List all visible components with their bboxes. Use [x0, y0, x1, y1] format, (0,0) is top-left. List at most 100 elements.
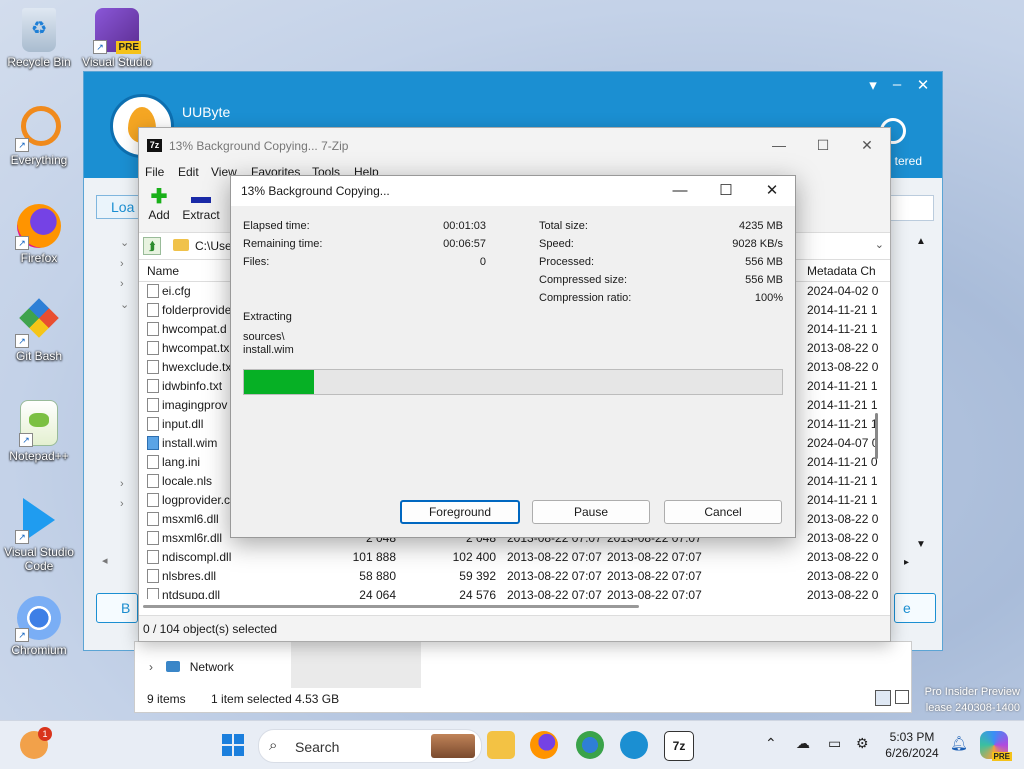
- minus-icon: ▬: [191, 186, 211, 208]
- scroll-up-icon[interactable]: ▲: [916, 236, 926, 247]
- copilot-icon[interactable]: PRE: [980, 731, 1012, 761]
- vertical-scrollbar-thumb[interactable]: [875, 413, 878, 459]
- uubyte-menu-icon[interactable]: ▾: [862, 76, 884, 94]
- bell-icon[interactable]: 🔔︎: [950, 735, 968, 752]
- maximize-icon[interactable]: ☐: [808, 134, 838, 156]
- visual-studio-icon: PRE ↗: [93, 8, 141, 54]
- minimize-icon[interactable]: —: [663, 180, 697, 202]
- table-row[interactable]: nlsbres.dll 58 880 59 392 2013-08-22 07:07 2…: [139, 566, 890, 585]
- column-metadata[interactable]: Metadata Ch: [807, 264, 876, 278]
- desktop-icon-vscode[interactable]: ↗ Visual Studio Code: [1, 498, 77, 573]
- menu-edit[interactable]: Edit: [178, 165, 199, 179]
- add-label: Add: [148, 208, 170, 222]
- chevron-right-icon[interactable]: ›: [120, 258, 124, 270]
- created-date: 2013-08-22 07:07: [607, 550, 702, 564]
- desktop-icon-everything[interactable]: ↗ Everything: [1, 106, 77, 167]
- column-name[interactable]: Name: [147, 264, 179, 278]
- clock[interactable]: 5:03 PM 6/26/2024: [880, 729, 944, 761]
- settings-icon[interactable]: ⚙: [856, 735, 869, 752]
- file-icon: [147, 512, 159, 526]
- tiles-view-icon[interactable]: [895, 690, 909, 704]
- file-icon: [147, 284, 159, 298]
- close-icon[interactable]: ✕: [755, 180, 789, 202]
- modified-date: 2013-08-22 07:07: [507, 588, 602, 599]
- uubyte-taskbar-icon[interactable]: [620, 731, 648, 759]
- chevron-down-icon[interactable]: ⌄: [120, 298, 129, 311]
- cloud-offline-icon[interactable]: ☁: [796, 735, 810, 752]
- file-size: 58 880: [359, 569, 396, 583]
- file-icon: [147, 588, 159, 599]
- file-explorer-icon[interactable]: [487, 731, 515, 759]
- compression-ratio-label: Compression ratio:: [539, 292, 632, 304]
- display-icon[interactable]: ▭: [828, 735, 841, 752]
- taskbar-search-box[interactable]: ⌕ Search: [258, 729, 482, 763]
- uubyte-browse-button[interactable]: B: [96, 593, 138, 623]
- uubyte-burn-button[interactable]: e: [894, 593, 936, 623]
- add-button[interactable]: ✚ Add: [145, 186, 173, 222]
- metadata-changed: 2014-11-21 1: [807, 322, 878, 336]
- firefox-taskbar-icon[interactable]: [530, 731, 558, 759]
- chevron-right-icon[interactable]: ›: [120, 478, 124, 490]
- copilot-pre-badge: PRE: [991, 752, 1012, 761]
- scrollbar-thumb[interactable]: [143, 605, 639, 608]
- 7zip-taskbar-icon[interactable]: 7z: [664, 731, 694, 761]
- plus-icon: ✚: [150, 186, 168, 208]
- speed-label: Speed:: [539, 238, 574, 250]
- maximize-icon[interactable]: ☐: [709, 180, 743, 202]
- file-icon: [147, 436, 159, 450]
- foreground-button[interactable]: Foreground: [400, 500, 520, 524]
- start-windows-icon[interactable]: [219, 731, 247, 759]
- desktop-icon-chromium[interactable]: ↗ Chromium: [1, 596, 77, 657]
- menu-file[interactable]: File: [145, 165, 164, 179]
- cancel-button[interactable]: Cancel: [664, 500, 782, 524]
- chevron-up-icon[interactable]: ⌃: [765, 735, 777, 752]
- desktop-icon-visual-studio[interactable]: PRE ↗ Visual Studio: [79, 8, 155, 69]
- weather-widget-icon[interactable]: 1: [20, 727, 52, 759]
- extract-button[interactable]: ▬ Extract: [181, 186, 221, 222]
- scroll-left-icon[interactable]: ◂: [102, 554, 108, 567]
- table-row[interactable]: ntdsupg.dll 24 064 24 576 2013-08-22 07:07 2…: [139, 585, 890, 599]
- file-name: ei.cfg: [162, 284, 191, 298]
- dialog-titlebar[interactable]: 13% Background Copying... — ☐ ✕: [231, 176, 795, 206]
- 7zip-titlebar[interactable]: 7z 13% Background Copying... 7-Zip — ☐ ✕: [139, 128, 890, 162]
- uubyte-minimize-icon[interactable]: –: [886, 76, 908, 93]
- metadata-changed: 2013-08-22 0: [807, 512, 879, 526]
- file-name: msxml6r.dll: [162, 531, 223, 545]
- speed-value: 9028 KB/s: [732, 238, 783, 250]
- items-count: 9 items: [147, 692, 186, 706]
- metadata-changed: 2024-04-07 0: [807, 436, 879, 450]
- metadata-changed: 2013-08-22 0: [807, 569, 879, 583]
- uubyte-path-field[interactable]: [886, 195, 934, 221]
- chevron-right-icon[interactable]: ›: [149, 660, 153, 674]
- desktop-icon-recycle-bin[interactable]: ♻ Recycle Bin: [1, 8, 77, 69]
- chevron-right-icon[interactable]: ›: [120, 498, 124, 510]
- selection-info: 1 item selected 4.53 GB: [211, 692, 340, 706]
- chevron-down-icon[interactable]: ⌄: [120, 236, 129, 249]
- metadata-changed: 2024-04-02 0: [807, 284, 879, 298]
- file-icon: [147, 341, 159, 355]
- chevron-down-icon[interactable]: ⌄: [875, 238, 884, 251]
- processed-value: 556 MB: [745, 256, 783, 268]
- pause-button[interactable]: Pause: [532, 500, 650, 524]
- network-tool-icon[interactable]: [576, 731, 604, 759]
- pre-badge: PRE: [116, 41, 141, 54]
- up-folder-icon[interactable]: ⮭: [143, 237, 161, 255]
- uubyte-registered-label: tered: [894, 154, 922, 168]
- desktop-icon-firefox[interactable]: ↗ Firefox: [1, 204, 77, 265]
- address-path[interactable]: C:\Use: [195, 239, 232, 253]
- close-icon[interactable]: ✕: [852, 134, 882, 156]
- explorer-network-item[interactable]: › Network: [149, 660, 234, 674]
- minimize-icon[interactable]: —: [764, 134, 794, 156]
- desktop-icon-git-bash[interactable]: ↗ Git Bash: [1, 298, 77, 363]
- scroll-right-icon[interactable]: ▸: [904, 557, 909, 568]
- horizontal-scrollbar[interactable]: [139, 599, 890, 609]
- chevron-right-icon[interactable]: ›: [120, 278, 124, 290]
- table-row[interactable]: ndiscompl.dll 101 888 102 400 2013-08-22 07…: [139, 547, 890, 566]
- desktop-icon-label: Recycle Bin: [7, 55, 71, 69]
- uubyte-close-icon[interactable]: ✕: [912, 76, 934, 94]
- scroll-down-icon[interactable]: ▼: [916, 539, 926, 550]
- total-size-value: 4235 MB: [738, 220, 783, 232]
- details-view-icon[interactable]: [875, 690, 891, 706]
- desktop-icon-notepadpp[interactable]: ↗ Notepad++: [1, 400, 77, 463]
- shortcut-arrow-icon: ↗: [15, 530, 29, 544]
